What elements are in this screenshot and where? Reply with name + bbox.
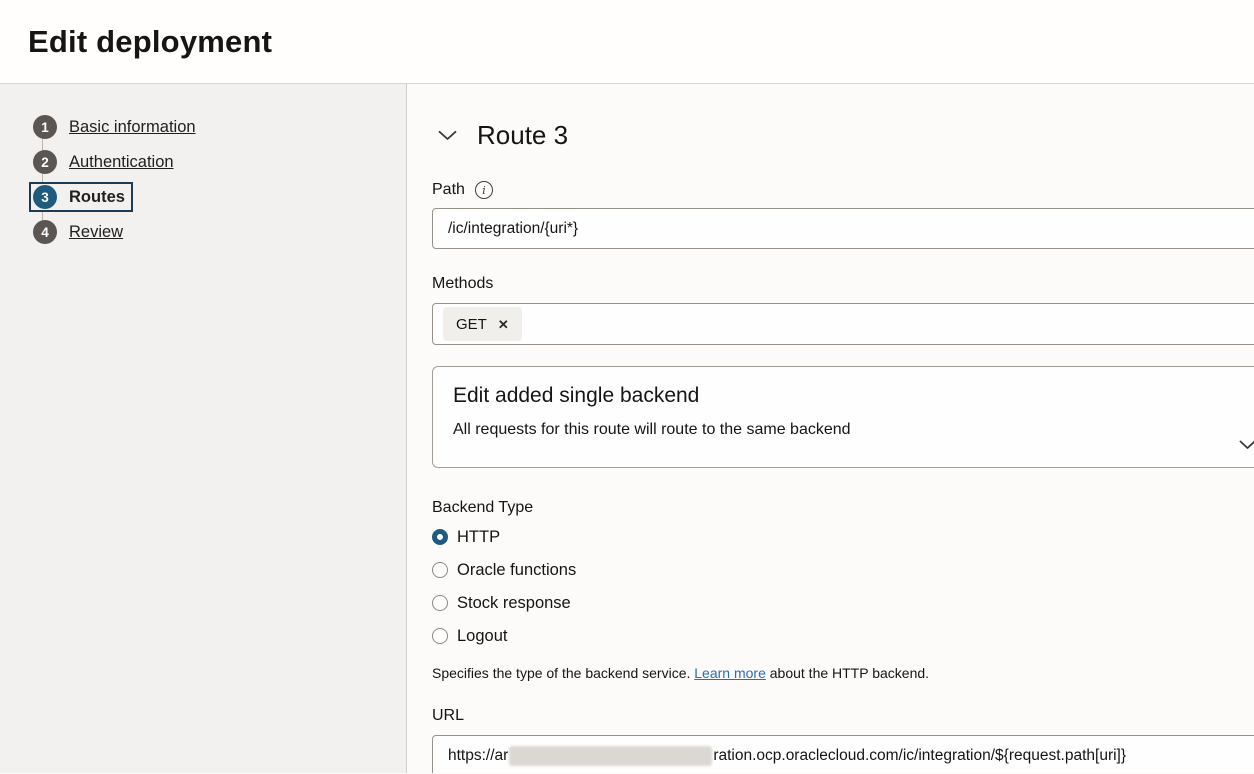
radio-button-icon[interactable]: [432, 562, 448, 578]
radio-button-icon[interactable]: [432, 529, 448, 545]
radio-label: Stock response: [457, 594, 571, 613]
radio-option-logout[interactable]: Logout: [432, 624, 1254, 648]
step-label[interactable]: Review: [69, 223, 123, 242]
learn-more-link[interactable]: Learn more: [694, 665, 766, 681]
backend-type-label: Backend Type: [432, 499, 533, 517]
path-label-row: Path i: [432, 180, 1254, 200]
route-form-panel: Route 3 Path i Methods GET ✕ Edit added …: [407, 84, 1254, 773]
route-title: Route 3: [477, 120, 568, 151]
backend-card-chevron-icon[interactable]: [1239, 437, 1254, 455]
route-section-header: Route 3: [432, 118, 1254, 152]
radio-button-icon[interactable]: [432, 595, 448, 611]
remove-method-icon[interactable]: ✕: [498, 318, 509, 331]
methods-label: Methods: [432, 275, 493, 293]
url-value-prefix: https://ar: [448, 747, 508, 765]
radio-label: Logout: [457, 627, 507, 646]
url-label-row: URL: [432, 706, 1254, 726]
radio-option-http[interactable]: HTTP: [432, 525, 1254, 549]
step-number-badge: 2: [33, 150, 57, 174]
sidebar-step-authentication[interactable]: 2 Authentication: [31, 150, 406, 174]
backend-type-radio-group: HTTP Oracle functions Stock response Log…: [432, 525, 1254, 648]
step-inner: 1 Basic information: [29, 112, 204, 142]
sidebar-step-review[interactable]: 4 Review: [31, 220, 406, 244]
help-text-prefix: Specifies the type of the backend servic…: [432, 665, 694, 681]
step-inner: 2 Authentication: [29, 147, 182, 177]
radio-button-icon[interactable]: [432, 628, 448, 644]
radio-label: Oracle functions: [457, 561, 576, 580]
redacted-url-segment: [509, 746, 712, 766]
path-label: Path: [432, 181, 465, 199]
backend-type-label-row: Backend Type: [432, 498, 1254, 518]
wizard-stepper: 1 Basic information 2 Authentication 3 R…: [31, 115, 406, 244]
step-inner: 3 Routes: [29, 182, 133, 212]
url-input[interactable]: https://ar ration.ocp.oraclecloud.com/ic/…: [432, 735, 1254, 773]
sidebar-step-basic-information[interactable]: 1 Basic information: [31, 115, 406, 139]
content-area: 1 Basic information 2 Authentication 3 R…: [0, 84, 1254, 773]
step-number-badge: 3: [33, 185, 57, 209]
step-number-badge: 4: [33, 220, 57, 244]
methods-multiselect[interactable]: GET ✕: [432, 303, 1254, 345]
wizard-sidebar: 1 Basic information 2 Authentication 3 R…: [0, 84, 407, 773]
step-number-badge: 1: [33, 115, 57, 139]
page-title: Edit deployment: [28, 24, 272, 60]
step-inner: 4 Review: [29, 217, 131, 247]
backend-card-title: Edit added single backend: [453, 384, 1254, 408]
path-info-icon[interactable]: i: [475, 181, 493, 199]
methods-label-row: Methods: [432, 274, 1254, 294]
method-chip-get: GET ✕: [443, 307, 522, 341]
path-input[interactable]: [432, 208, 1254, 249]
radio-label: HTTP: [457, 528, 500, 547]
backend-card-subtitle: All requests for this route will route t…: [453, 421, 1254, 439]
page-header: Edit deployment: [0, 0, 1254, 84]
step-label[interactable]: Basic information: [69, 118, 196, 137]
backend-type-help-text: Specifies the type of the backend servic…: [432, 665, 1254, 681]
url-label: URL: [432, 707, 464, 725]
url-value-suffix: ration.ocp.oraclecloud.com/ic/integratio…: [713, 747, 1126, 765]
radio-option-stock-response[interactable]: Stock response: [432, 591, 1254, 615]
sidebar-step-routes[interactable]: 3 Routes: [31, 185, 406, 209]
step-label[interactable]: Authentication: [69, 153, 174, 172]
single-backend-select-card[interactable]: Edit added single backend All requests f…: [432, 366, 1254, 468]
help-text-suffix: about the HTTP backend.: [766, 665, 929, 681]
radio-option-oracle-functions[interactable]: Oracle functions: [432, 558, 1254, 582]
collapse-route-chevron-icon[interactable]: [434, 126, 461, 145]
step-label: Routes: [69, 188, 125, 207]
method-chip-label: GET: [456, 316, 487, 333]
